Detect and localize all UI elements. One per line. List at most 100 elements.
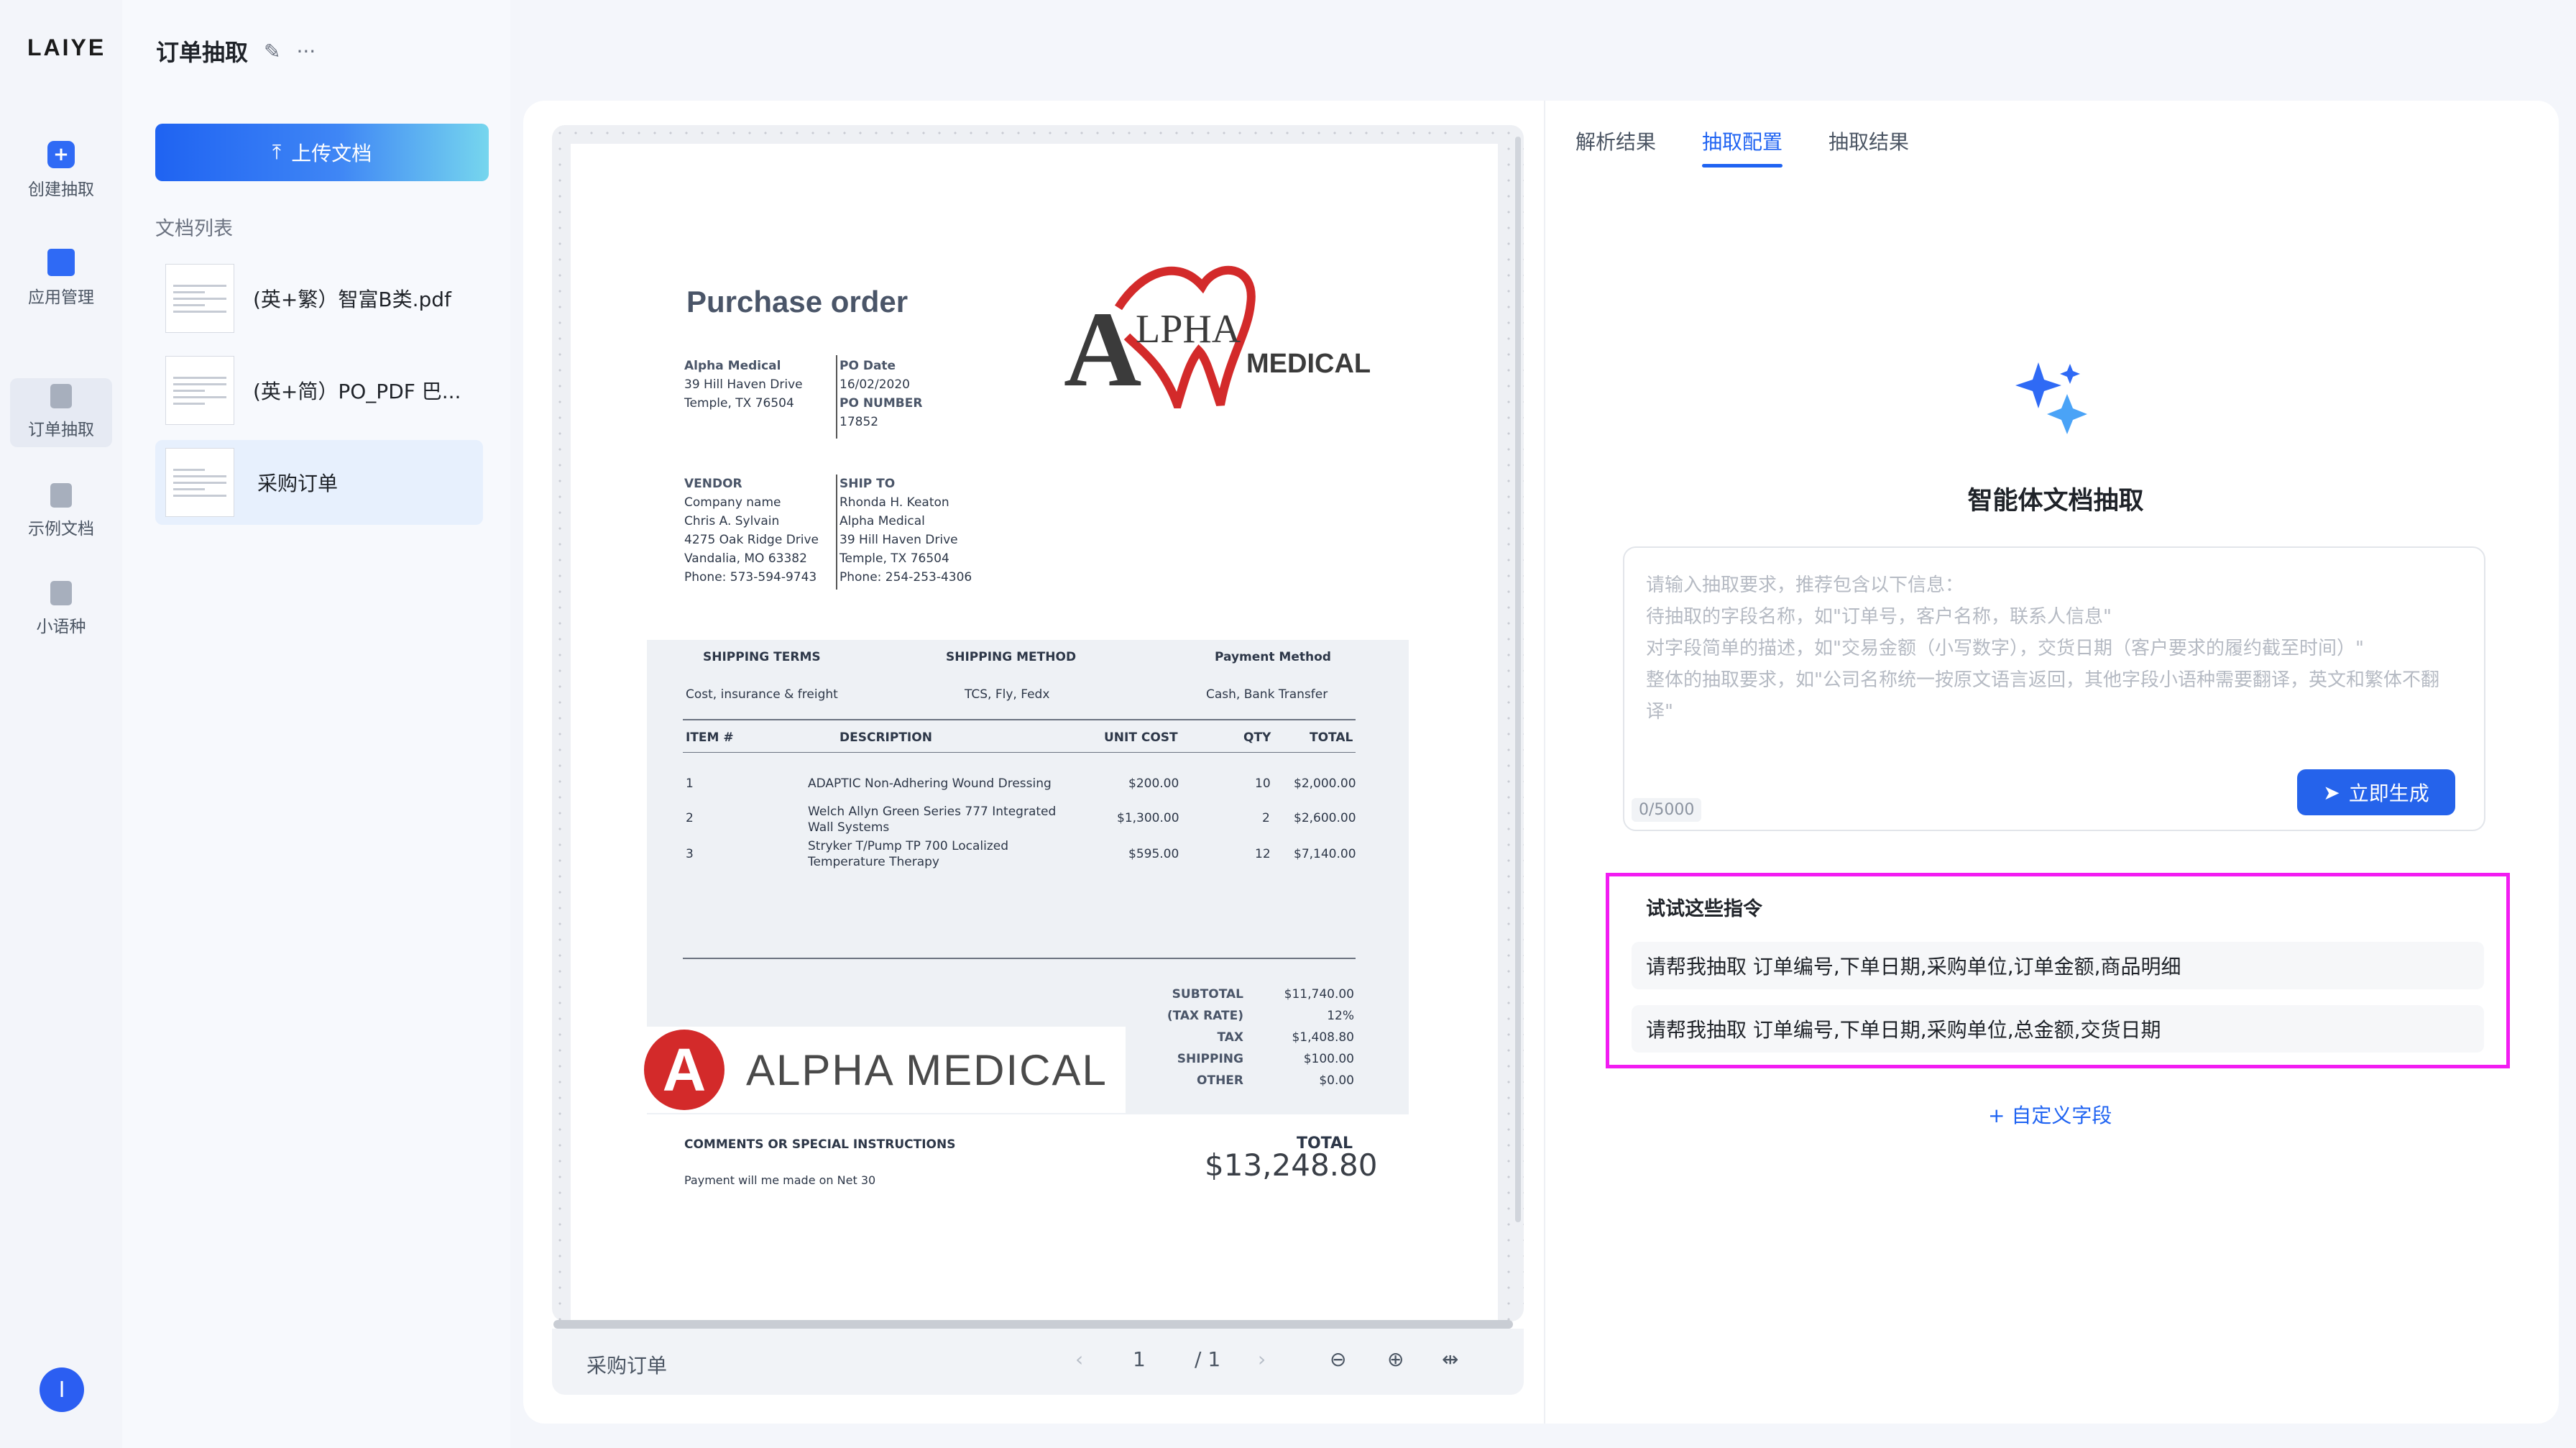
- po-number-label: PO NUMBER: [840, 396, 923, 411]
- document-thumbnail: [165, 356, 234, 425]
- nav-label: 创建抽取: [28, 180, 94, 199]
- summary-label: SUBTOTAL: [1172, 987, 1243, 1002]
- item-qty: 10: [1255, 776, 1271, 791]
- chevron-right-icon[interactable]: ›: [1258, 1347, 1266, 1371]
- item-number: 2: [686, 811, 694, 825]
- page-total: / 1: [1195, 1347, 1221, 1371]
- character-counter: 0/5000: [1632, 798, 1702, 822]
- nav-label: 应用管理: [28, 288, 94, 307]
- page-title-row: 订单抽取 ✎ ···: [156, 35, 316, 68]
- sparkle-icon: [2012, 359, 2093, 443]
- document-name: (英+简）PO_PDF 巴...: [253, 380, 461, 403]
- document-item-selected[interactable]: 采购订单: [155, 440, 483, 525]
- send-icon: ➤: [2323, 780, 2340, 805]
- tab-parse-result[interactable]: 解析结果: [1576, 127, 1656, 155]
- terms-header: SHIPPING METHOD: [946, 650, 1077, 664]
- nav-app-management[interactable]: 应用管理: [0, 249, 122, 308]
- po-number-value: 17852: [840, 415, 879, 429]
- terms-value: TCS, Fly, Fedx: [965, 687, 1050, 702]
- nav-label: 示例文档: [28, 520, 94, 539]
- document-thumbnail: [165, 448, 234, 517]
- panel-divider: [1544, 101, 1545, 1424]
- divider: [683, 752, 1356, 753]
- document-name: (英+繁）智富B类.pdf: [253, 288, 451, 311]
- terms-value: Cost, insurance & freight: [686, 687, 838, 702]
- document-thumbnail: [165, 264, 234, 333]
- nav-create-extraction[interactable]: + 创建抽取: [0, 141, 122, 200]
- horizontal-scrollbar[interactable]: [553, 1320, 1513, 1329]
- divider: [836, 475, 837, 590]
- document-name: 采购订单: [257, 472, 339, 495]
- upload-label: 上传文档: [291, 142, 372, 165]
- item-description-line: Stryker T/Pump TP 700 Localized: [808, 839, 1009, 853]
- app-logo: LAIYE: [27, 35, 106, 60]
- logo-lpha-text: LPHA: [1136, 307, 1241, 352]
- po-ship-to-block: SHIP TO Rhonda H. Keaton Alpha Medical 3…: [840, 475, 972, 587]
- ship-to-line: Alpha Medical: [840, 514, 925, 528]
- ship-to-line: Phone: 254-253-4306: [840, 570, 972, 585]
- zoom-out-icon[interactable]: ⊖: [1330, 1347, 1346, 1371]
- vendor-line: Phone: 573-594-9743: [684, 570, 817, 585]
- logo-letter-a: A: [1064, 290, 1141, 408]
- more-icon[interactable]: ···: [296, 40, 316, 63]
- generate-button[interactable]: ➤ 立即生成: [2297, 769, 2455, 815]
- tab-extraction-result[interactable]: 抽取结果: [1828, 127, 1909, 155]
- item-number: 3: [686, 847, 694, 861]
- total-value: $13,248.80: [1205, 1147, 1378, 1183]
- prompt-placeholder: 请输入抽取要求，推荐包含以下信息： 待抽取的字段名称，如"订单号，客户名称，联系…: [1646, 574, 2439, 723]
- divider: [683, 719, 1356, 720]
- vendor-line: Chris A. Sylvain: [684, 514, 780, 528]
- zoom-in-icon[interactable]: ⊕: [1387, 1347, 1404, 1371]
- document-item[interactable]: (英+繁）智富B类.pdf: [155, 256, 483, 341]
- item-qty: 12: [1255, 847, 1271, 861]
- summary-value: $11,740.00: [1284, 987, 1354, 1002]
- page-number-input[interactable]: 1: [1133, 1347, 1146, 1371]
- po-date-label: PO Date: [840, 359, 896, 373]
- vendor-line: Company name: [684, 495, 781, 510]
- page-title: 订单抽取: [156, 39, 249, 66]
- upload-button[interactable]: ⤒ 上传文档: [155, 124, 489, 181]
- alpha-logo-circle: A: [644, 1030, 724, 1110]
- summary-value: $100.00: [1303, 1052, 1354, 1066]
- terms-header: Payment Method: [1215, 650, 1331, 664]
- comments-label: COMMENTS OR SPECIAL INSTRUCTIONS: [684, 1137, 956, 1152]
- summary-label: (TAX RATE): [1167, 1009, 1243, 1023]
- item-total: $7,140.00: [1294, 847, 1356, 861]
- po-title: Purchase order: [686, 285, 908, 319]
- summary-value: $1,408.80: [1292, 1030, 1354, 1045]
- document-edit-icon: [50, 384, 72, 408]
- item-header: ITEM #: [686, 730, 734, 745]
- tab-extraction-config[interactable]: 抽取配置: [1702, 127, 1782, 155]
- chevron-left-icon[interactable]: ‹: [1075, 1347, 1083, 1371]
- viewer-file-name: 采购订单: [586, 1354, 668, 1378]
- nav-order-extraction[interactable]: 订单抽取: [10, 378, 112, 447]
- bill-from-line: Alpha Medical: [684, 359, 781, 373]
- summary-label: SHIPPING: [1177, 1052, 1243, 1066]
- document-item[interactable]: (英+简）PO_PDF 巴...: [155, 348, 483, 433]
- ship-to-line: 39 Hill Haven Drive: [840, 533, 958, 547]
- item-unit-cost: $200.00: [1128, 776, 1179, 791]
- summary-values: $11,740.00 12% $1,408.80 $100.00 $0.00: [1265, 984, 1354, 1091]
- suggestion-item[interactable]: 请帮我抽取 订单编号,下单日期,采购单位,总金额,交货日期: [1632, 1005, 2484, 1053]
- terms-header: SHIPPING TERMS: [703, 650, 821, 664]
- fit-width-icon[interactable]: ⇹: [1442, 1347, 1458, 1371]
- nav-sample-docs[interactable]: 示例文档: [0, 483, 122, 539]
- item-description-line: Welch Allyn Green Series 777 Integrated: [808, 805, 1057, 819]
- po-date-block: PO Date 16/02/2020 PO NUMBER 17852: [840, 357, 922, 431]
- item-total: $2,000.00: [1294, 776, 1356, 791]
- nav-minor-languages[interactable]: 小语种: [0, 581, 122, 637]
- plus-icon: +: [47, 141, 75, 168]
- custom-field-button[interactable]: + 自定义字段: [1988, 1100, 2112, 1129]
- active-tab-indicator: [1702, 164, 1782, 168]
- item-description: Welch Allyn Green Series 777 Integrated …: [808, 804, 1056, 835]
- item-total: $2,600.00: [1294, 811, 1356, 825]
- pencil-icon[interactable]: ✎: [264, 40, 280, 63]
- summary-value: $0.00: [1319, 1073, 1354, 1088]
- nav-label: 订单抽取: [28, 421, 94, 439]
- avatar[interactable]: I: [40, 1367, 84, 1412]
- summary-labels: SUBTOTAL (TAX RATE) TAX SHIPPING OTHER: [1164, 984, 1243, 1091]
- document-list-label: 文档列表: [155, 218, 233, 240]
- suggestion-item[interactable]: 请帮我抽取 订单编号,下单日期,采购单位,订单金额,商品明细: [1632, 942, 2484, 989]
- alpha-medical-logo: A LPHA MEDICAL: [1062, 265, 1393, 419]
- vertical-scrollbar[interactable]: [1515, 137, 1521, 1222]
